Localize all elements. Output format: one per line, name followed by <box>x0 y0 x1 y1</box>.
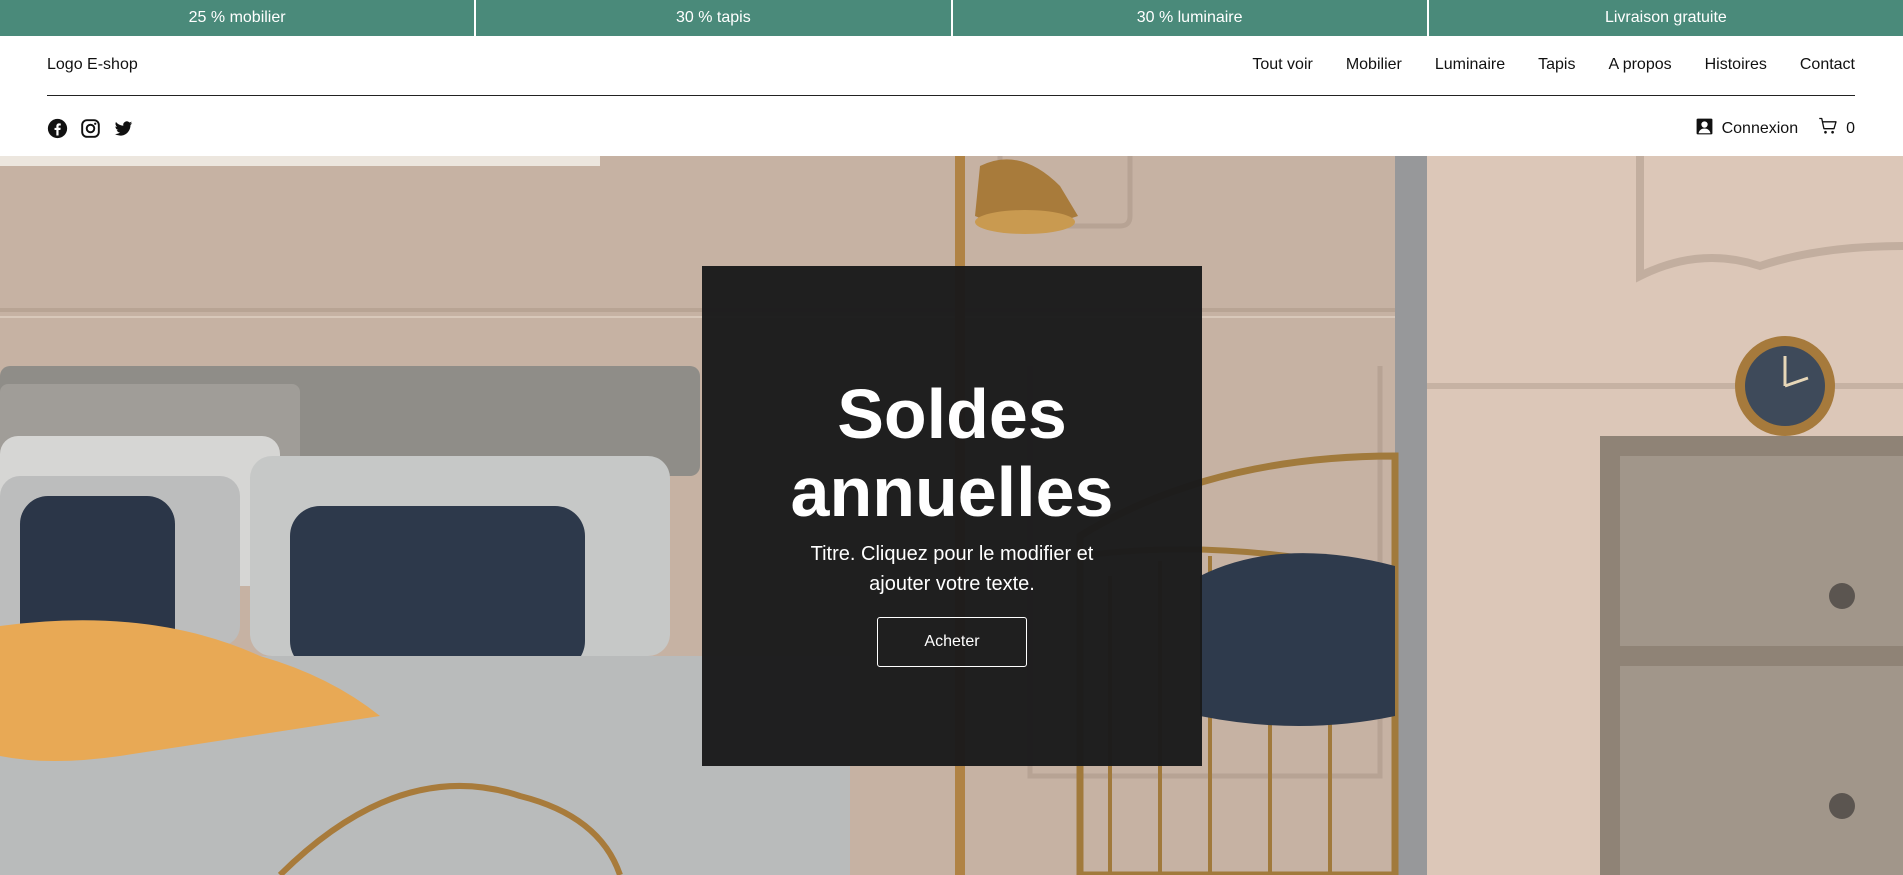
hero-title: Soldes annuelles <box>790 375 1114 531</box>
hero-section: Soldes annuelles Titre. Cliquez pour le … <box>0 156 1903 875</box>
nav-contact[interactable]: Contact <box>1800 56 1855 74</box>
facebook-icon[interactable] <box>47 118 68 139</box>
nav-a-propos[interactable]: A propos <box>1608 56 1671 74</box>
promo-item-luminaire[interactable]: 30 % luminaire <box>952 0 1427 36</box>
instagram-icon[interactable] <box>80 118 101 139</box>
promo-item-livraison[interactable]: Livraison gratuite <box>1428 0 1903 36</box>
main-nav: Tout voir Mobilier Luminaire Tapis A pro… <box>1219 56 1855 74</box>
promo-item-tapis[interactable]: 30 % tapis <box>476 0 951 36</box>
cart-icon <box>1818 116 1846 141</box>
hero-card: Soldes annuelles Titre. Cliquez pour le … <box>702 266 1202 766</box>
nav-tout-voir[interactable]: Tout voir <box>1252 56 1312 74</box>
promo-item-mobilier[interactable]: 25 % mobilier <box>0 0 475 36</box>
site-header: Logo E-shop Tout voir Mobilier Luminaire… <box>0 36 1903 156</box>
login-label: Connexion <box>1721 119 1799 137</box>
nav-histoires[interactable]: Histoires <box>1705 56 1767 74</box>
shop-button[interactable]: Acheter <box>877 617 1027 667</box>
user-icon <box>1695 117 1722 141</box>
site-logo[interactable]: Logo E-shop <box>47 56 138 74</box>
promo-bar: 25 % mobilier 30 % tapis 30 % luminaire … <box>0 0 1903 36</box>
nav-mobilier[interactable]: Mobilier <box>1346 56 1402 74</box>
cart-count: 0 <box>1846 119 1855 137</box>
header-divider <box>47 95 1855 96</box>
twitter-icon[interactable] <box>113 118 134 139</box>
nav-luminaire[interactable]: Luminaire <box>1435 56 1505 74</box>
account-area: Connexion 0 <box>1695 116 1855 141</box>
cart-link[interactable]: 0 <box>1818 116 1855 141</box>
login-link[interactable]: Connexion <box>1695 117 1799 141</box>
nav-tapis[interactable]: Tapis <box>1538 56 1575 74</box>
social-links <box>47 118 134 139</box>
hero-subtitle[interactable]: Titre. Cliquez pour le modifier et ajout… <box>802 539 1102 599</box>
